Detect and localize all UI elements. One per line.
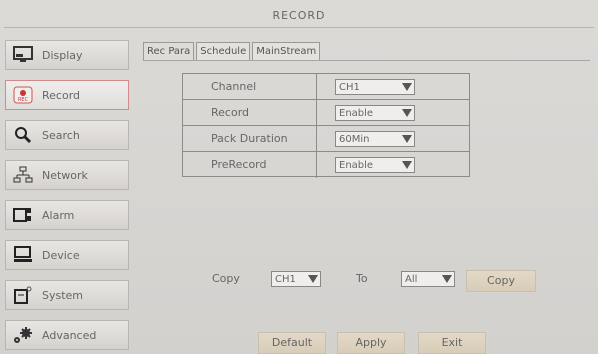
select-value: All: [405, 273, 418, 285]
param-label: Record: [183, 100, 317, 125]
copy-button[interactable]: Copy: [466, 270, 536, 292]
sidebar-item-label: System: [42, 288, 84, 302]
device-icon: [12, 245, 34, 265]
select-value: 60Min: [339, 133, 370, 145]
chevron-down-icon: [306, 272, 320, 286]
chevron-down-icon: [400, 158, 414, 172]
param-label: Channel: [183, 74, 317, 99]
system-icon: [12, 285, 34, 305]
param-row-prerecord: PreRecord Enable: [183, 152, 469, 178]
tab-rec-para[interactable]: Rec Para: [143, 42, 195, 60]
apply-button[interactable]: Apply: [337, 332, 405, 354]
rec-icon: REC: [12, 85, 34, 105]
chevron-down-icon: [400, 106, 414, 120]
search-icon: [12, 125, 34, 145]
record-settings-screen: RECORD Display REC Record Search Network: [0, 0, 598, 354]
chevron-down-icon: [400, 80, 414, 94]
sidebar-item-network[interactable]: Network: [5, 160, 129, 190]
svg-text:REC: REC: [18, 97, 29, 103]
select-value: CH1: [339, 81, 360, 93]
select-value: Enable: [339, 159, 374, 171]
sidebar-item-label: Record: [42, 88, 81, 102]
exit-button[interactable]: Exit: [418, 332, 486, 354]
sidebar-item-display[interactable]: Display: [5, 40, 129, 70]
copy-label: Copy: [212, 272, 240, 285]
alarm-icon: [12, 205, 34, 225]
sidebar-item-label: Advanced: [42, 328, 97, 342]
copy-from-select[interactable]: CH1: [271, 271, 321, 287]
param-label: PreRecord: [183, 152, 317, 178]
prerecord-select[interactable]: Enable: [335, 157, 415, 173]
sidebar-item-label: Device: [42, 248, 80, 262]
page-title: RECORD: [272, 9, 326, 22]
param-row-record: Record Enable: [183, 100, 469, 126]
pack-duration-select[interactable]: 60Min: [335, 131, 415, 147]
sidebar-item-advanced[interactable]: Advanced: [5, 320, 129, 350]
param-label: Pack Duration: [183, 126, 317, 151]
tab-divider: [143, 60, 590, 61]
copy-to-select[interactable]: All: [401, 271, 455, 287]
select-value: Enable: [339, 107, 374, 119]
sidebar-item-search[interactable]: Search: [5, 120, 129, 150]
sidebar-item-label: Network: [42, 168, 88, 182]
chevron-down-icon: [400, 132, 414, 146]
default-button[interactable]: Default: [258, 332, 326, 354]
sidebar-item-device[interactable]: Device: [5, 240, 129, 270]
monitor-icon: [12, 45, 34, 65]
sidebar-item-alarm[interactable]: Alarm: [5, 200, 129, 230]
sidebar-item-label: Alarm: [42, 208, 75, 222]
record-params-table: Channel CH1 Record Enable Pack Duration: [182, 73, 470, 178]
channel-select[interactable]: CH1: [335, 79, 415, 95]
sidebar-item-label: Display: [42, 48, 83, 62]
tab-schedule[interactable]: Schedule: [196, 42, 251, 60]
sidebar-item-system[interactable]: System: [5, 280, 129, 310]
chevron-down-icon: [440, 272, 454, 286]
sidebar-item-record[interactable]: REC Record: [5, 80, 129, 110]
tab-mainstream[interactable]: MainStream: [252, 42, 321, 60]
to-label: To: [356, 272, 368, 285]
tab-bar: Rec Para Schedule MainStream: [143, 42, 322, 60]
sidebar-item-label: Search: [42, 128, 80, 142]
select-value: CH1: [275, 273, 296, 285]
param-row-pack-duration: Pack Duration 60Min: [183, 126, 469, 152]
title-divider: [4, 27, 594, 28]
param-row-channel: Channel CH1: [183, 74, 469, 100]
gears-icon: [12, 325, 34, 345]
network-icon: [12, 165, 34, 185]
record-select[interactable]: Enable: [335, 105, 415, 121]
